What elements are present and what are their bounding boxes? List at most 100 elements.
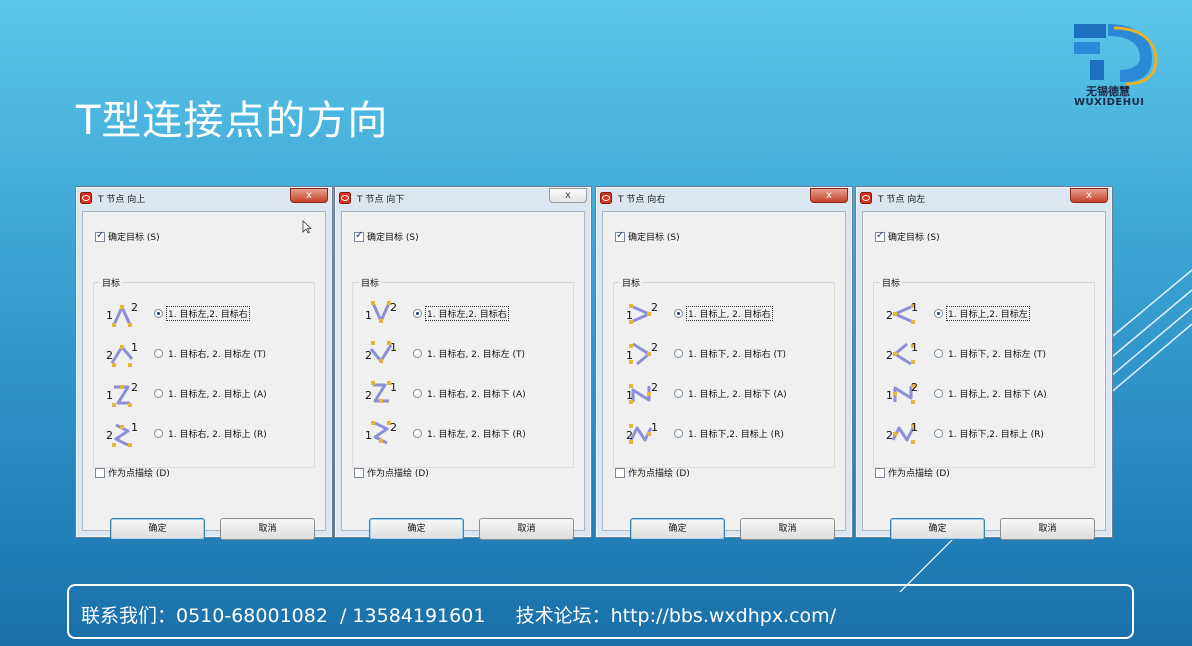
glyph-number-first: 1 xyxy=(365,309,372,322)
target-option-radio[interactable] xyxy=(413,309,422,318)
glyph-number-first: 1 xyxy=(365,429,372,442)
target-option-radio[interactable] xyxy=(154,429,163,438)
target-option-label: 1. 目标上,2. 目标左 xyxy=(946,306,1030,321)
t-node-direction-icon: 21 xyxy=(886,421,918,444)
target-option-radio[interactable] xyxy=(154,389,163,398)
t-node-dialog: T 节点 向上 x 确定目标 (S) 目标 121. 目标左,2. 目标右211… xyxy=(75,186,333,540)
close-button[interactable]: x xyxy=(549,188,587,203)
glyph-number-second: 1 xyxy=(911,341,918,354)
dialog-client-area: 确定目标 (S) 目标 121. 目标上, 2. 目标右121. 目标下, 2.… xyxy=(602,211,846,540)
ok-button[interactable]: 确定 xyxy=(630,518,725,540)
cancel-button[interactable]: 取消 xyxy=(1000,518,1095,540)
glyph-number-second: 2 xyxy=(390,301,397,314)
target-option-radio[interactable] xyxy=(413,349,422,358)
as-point-checkbox[interactable] xyxy=(875,467,885,478)
target-option[interactable]: 2 1 1. 目标右, 2. 目标左 (T) xyxy=(363,337,573,371)
as-point-checkbox[interactable] xyxy=(615,467,625,478)
glyph-number-first: 1 xyxy=(106,389,113,402)
confirm-target-checkbox-row[interactable]: 确定目标 (S) xyxy=(875,230,940,243)
target-option-radio[interactable] xyxy=(413,389,422,398)
contact-info: 联系我们：0510-68001082 / 13584191601 技术论坛：ht… xyxy=(81,605,837,627)
as-point-checkbox-row[interactable]: 作为点描绘 (D) xyxy=(615,466,690,479)
glyph-number-first: 2 xyxy=(886,349,893,362)
confirm-target-label: 确定目标 (S) xyxy=(628,233,680,243)
target-option[interactable]: 1 2 1. 目标上, 2. 目标右 xyxy=(624,297,834,331)
dialog-client-area: 确定目标 (S) 目标 121. 目标左,2. 目标右211. 目标右, 2. … xyxy=(341,211,585,540)
target-option-radio[interactable] xyxy=(934,309,943,318)
t-node-direction-icon: 12 xyxy=(106,381,138,407)
ok-button[interactable]: 确定 xyxy=(110,518,205,540)
target-option[interactable]: 1 2 1. 目标上, 2. 目标下 (A) xyxy=(884,377,1094,411)
cancel-button[interactable]: 取消 xyxy=(220,518,315,540)
target-option[interactable]: 2 1 1. 目标右, 2. 目标左 (T) xyxy=(104,337,314,371)
t-node-direction-icon: 21 xyxy=(886,301,918,324)
cancel-button[interactable]: 取消 xyxy=(740,518,835,540)
target-option[interactable]: 2 1 1. 目标右, 2. 目标下 (A) xyxy=(363,377,573,411)
confirm-target-label: 确定目标 (S) xyxy=(108,233,160,243)
t-node-dialog: T 节点 向下 x 确定目标 (S) 目标 121. 目标左,2. 目标右211… xyxy=(334,186,592,540)
dialog-title: T 节点 向右 xyxy=(618,195,666,205)
close-button[interactable]: x xyxy=(1070,188,1108,203)
target-option-label: 1. 目标上, 2. 目标右 xyxy=(686,306,773,321)
target-option[interactable]: 1 2 1. 目标左, 2. 目标上 (A) xyxy=(104,377,314,411)
target-option-label: 1. 目标上, 2. 目标下 (A) xyxy=(688,390,787,400)
target-option[interactable]: 2 1 1. 目标上,2. 目标左 xyxy=(884,297,1094,331)
t-node-direction-icon: 12 xyxy=(365,421,397,445)
as-point-checkbox[interactable] xyxy=(95,467,105,478)
ok-button[interactable]: 确定 xyxy=(890,518,985,540)
glyph-number-second: 1 xyxy=(911,301,918,314)
target-option-radio[interactable] xyxy=(154,349,163,358)
target-option-radio[interactable] xyxy=(934,349,943,358)
target-group: 目标 1 2 1. 目标上, 2. 目标右 1 2 1. 目标下, 2. 目标右 (T) 1… xyxy=(613,276,835,468)
as-point-checkbox-row[interactable]: 作为点描绘 (D) xyxy=(95,466,170,479)
glyph-number-second: 1 xyxy=(911,421,918,434)
ok-button[interactable]: 确定 xyxy=(369,518,464,540)
target-option[interactable]: 2 1 1. 目标下,2. 目标上 (R) xyxy=(884,417,1094,451)
t-node-direction-icon: 21 xyxy=(886,341,918,366)
confirm-target-checkbox[interactable] xyxy=(875,230,885,242)
confirm-target-checkbox[interactable] xyxy=(615,230,625,242)
as-point-checkbox-row[interactable]: 作为点描绘 (D) xyxy=(354,466,429,479)
close-button[interactable]: x xyxy=(290,188,328,203)
target-option-radio[interactable] xyxy=(413,429,422,438)
t-node-dialog: T 节点 向右 x 确定目标 (S) 目标 121. 目标上, 2. 目标右12… xyxy=(595,186,853,540)
target-option[interactable]: 2 1 1. 目标右, 2. 目标上 (R) xyxy=(104,417,314,451)
target-option-radio[interactable] xyxy=(674,429,683,438)
target-option[interactable]: 1 2 1. 目标左,2. 目标右 xyxy=(363,297,573,331)
target-option[interactable]: 1 2 1. 目标下, 2. 目标右 (T) xyxy=(624,337,834,371)
as-point-checkbox-row[interactable]: 作为点描绘 (D) xyxy=(875,466,950,479)
as-point-label: 作为点描绘 (D) xyxy=(888,469,950,479)
target-option-radio[interactable] xyxy=(154,309,163,318)
glyph-number-second: 2 xyxy=(131,301,138,314)
dialog-client-area: 确定目标 (S) 目标 121. 目标左,2. 目标右211. 目标右, 2. … xyxy=(82,211,326,540)
target-option-radio[interactable] xyxy=(934,429,943,438)
confirm-target-checkbox[interactable] xyxy=(354,230,364,242)
target-option[interactable]: 2 1 1. 目标下, 2. 目标左 (T) xyxy=(884,337,1094,371)
logo-english-text: WUXIDEHUI xyxy=(1074,97,1145,108)
target-option[interactable]: 2 1 1. 目标下,2. 目标上 (R) xyxy=(624,417,834,451)
glyph-number-second: 2 xyxy=(651,301,658,314)
target-option-label: 1. 目标下,2. 目标上 (R) xyxy=(688,430,784,440)
close-button[interactable]: x xyxy=(810,188,848,203)
confirm-target-checkbox-row[interactable]: 确定目标 (S) xyxy=(354,230,419,243)
target-option-radio[interactable] xyxy=(674,389,683,398)
confirm-target-label: 确定目标 (S) xyxy=(367,233,419,243)
mouse-cursor-icon xyxy=(302,220,312,234)
target-option[interactable]: 1 2 1. 目标左, 2. 目标下 (R) xyxy=(363,417,573,451)
target-option-radio[interactable] xyxy=(934,389,943,398)
glyph-number-first: 2 xyxy=(626,429,633,442)
target-option[interactable]: 1 2 1. 目标左,2. 目标右 xyxy=(104,297,314,331)
target-group: 目标 2 1 1. 目标上,2. 目标左 2 1 1. 目标下, 2. 目标左 (T) 1 2… xyxy=(873,276,1095,468)
target-option-label: 1. 目标上, 2. 目标下 (A) xyxy=(948,390,1047,400)
target-option-radio[interactable] xyxy=(674,349,683,358)
cancel-button[interactable]: 取消 xyxy=(479,518,574,540)
glyph-number-second: 2 xyxy=(651,341,658,354)
as-point-checkbox[interactable] xyxy=(354,467,364,478)
confirm-target-checkbox[interactable] xyxy=(95,230,105,242)
dialog-titlebar: T 节点 向右 x xyxy=(596,187,852,209)
confirm-target-checkbox-row[interactable]: 确定目标 (S) xyxy=(615,230,680,243)
target-option-radio[interactable] xyxy=(674,309,683,318)
target-group-label: 目标 xyxy=(880,276,903,289)
target-option[interactable]: 1 2 1. 目标上, 2. 目标下 (A) xyxy=(624,377,834,411)
confirm-target-checkbox-row[interactable]: 确定目标 (S) xyxy=(95,230,160,243)
